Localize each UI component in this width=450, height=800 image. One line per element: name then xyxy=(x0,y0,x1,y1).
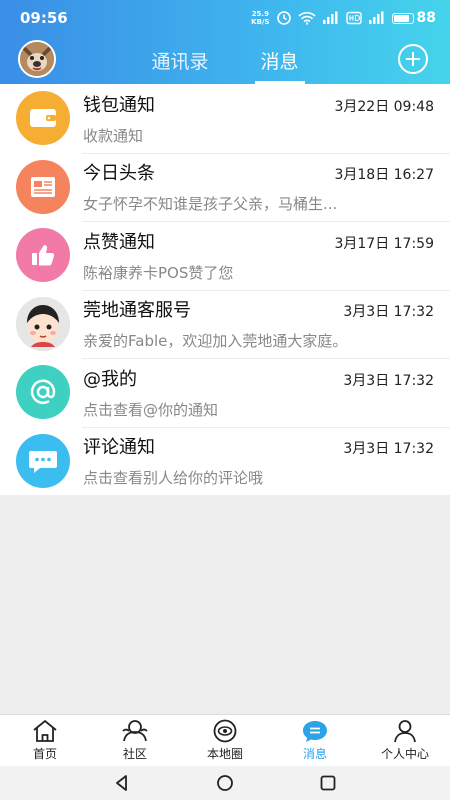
message-preview: 亲爱的Fable，欢迎加入莞地通大家庭。 xyxy=(83,332,348,351)
battery-icon xyxy=(391,12,414,24)
hd-icon xyxy=(345,11,362,25)
wifi-icon xyxy=(297,12,316,25)
network-speed: 25.9 KB/S xyxy=(251,10,269,26)
battery-indicator: 88 xyxy=(391,10,436,26)
header-tabs: 通讯录 消息 xyxy=(0,36,450,84)
message-time: 3月3日 17:32 xyxy=(343,372,434,389)
message-title: @我的 xyxy=(83,368,137,390)
message-item-wallet[interactable]: 钱包通知 3月22日 09:48 收款通知 xyxy=(0,84,450,153)
nav-home[interactable]: 首页 xyxy=(0,715,90,766)
message-item-toutiao[interactable]: 今日头条 3月18日 16:27 女子怀孕不知谁是孩子父亲，马桶生... xyxy=(0,152,450,222)
tab-contacts[interactable]: 通讯录 xyxy=(145,36,214,84)
message-preview: 点击查看@你的通知 xyxy=(83,400,219,419)
comment-bubble-icon xyxy=(16,433,70,488)
cartoon-avatar-icon xyxy=(16,296,70,351)
tab-messages[interactable]: 消息 xyxy=(254,36,305,84)
message-time: 3月3日 17:32 xyxy=(343,304,434,321)
bottom-nav: 首页 社区 本地圈 消息 个人中心 xyxy=(0,714,450,766)
message-item-comments[interactable]: 评论通知 3月3日 17:32 点击查看别人给你的评论哦 xyxy=(0,426,450,496)
system-nav-bar xyxy=(0,766,450,800)
network-speed-unit: KB/S xyxy=(251,18,270,26)
nav-profile[interactable]: 个人中心 xyxy=(360,715,450,766)
message-time: 3月3日 17:32 xyxy=(343,441,434,458)
message-title: 莞地通客服号 xyxy=(83,300,191,322)
nav-label: 个人中心 xyxy=(380,747,429,761)
status-time: 09:56 xyxy=(20,9,68,27)
nav-label: 消息 xyxy=(302,747,327,761)
message-time: 3月17日 17:59 xyxy=(334,235,434,252)
message-title: 点赞通知 xyxy=(83,231,155,253)
nav-label: 首页 xyxy=(32,747,57,761)
local-circle-icon xyxy=(213,719,237,743)
message-preview: 陈裕康养卡POS赞了您 xyxy=(83,263,234,282)
home-circle-icon[interactable] xyxy=(216,774,234,792)
battery-fill xyxy=(393,14,410,22)
message-preview: 女子怀孕不知谁是孩子父亲，马桶生... xyxy=(83,195,338,214)
message-item-mentions[interactable]: @我的 3月3日 17:32 点击查看@你的通知 xyxy=(0,358,450,427)
message-title: 今日头条 xyxy=(83,163,155,185)
nav-community[interactable]: 社区 xyxy=(90,715,180,766)
nav-local-circle[interactable]: 本地圈 xyxy=(180,715,270,766)
message-list: 钱包通知 3月22日 09:48 收款通知 今日头条 3月18日 16:27 女… xyxy=(0,84,450,495)
wallet-icon xyxy=(16,91,70,146)
message-icon xyxy=(303,721,327,742)
add-button[interactable] xyxy=(398,44,428,74)
alarm-icon xyxy=(276,11,291,25)
message-time: 3月22日 09:48 xyxy=(334,98,434,115)
app-header: 通讯录 消息 xyxy=(0,36,450,84)
at-sign-icon xyxy=(16,365,70,420)
message-time: 3月18日 16:27 xyxy=(334,167,434,184)
status-icons: 25.9 KB/S 88 xyxy=(251,10,436,26)
newspaper-icon xyxy=(16,159,70,214)
thumbs-up-icon xyxy=(16,228,70,283)
back-icon[interactable] xyxy=(113,774,131,792)
recents-square-icon[interactable] xyxy=(319,774,337,792)
network-speed-value: 25.9 xyxy=(251,10,269,18)
nav-messages[interactable]: 消息 xyxy=(270,715,360,766)
message-preview: 点击查看别人给你的评论哦 xyxy=(83,469,264,488)
message-title: 评论通知 xyxy=(83,437,155,459)
nav-label: 本地圈 xyxy=(206,747,243,761)
community-icon xyxy=(122,720,148,742)
message-title: 钱包通知 xyxy=(83,94,155,116)
message-item-service[interactable]: 莞地通客服号 3月3日 17:32 亲爱的Fable，欢迎加入莞地通大家庭。 xyxy=(0,289,450,359)
status-bar: 09:56 25.9 KB/S 88 xyxy=(0,0,450,36)
home-icon xyxy=(33,719,57,742)
cell-signal-4g-icon xyxy=(322,11,338,24)
battery-percent: 88 xyxy=(416,10,436,26)
message-item-likes[interactable]: 点赞通知 3月17日 17:59 陈裕康养卡POS赞了您 xyxy=(0,221,450,290)
nav-label: 社区 xyxy=(122,747,147,761)
cell-signal-icon xyxy=(368,11,384,24)
profile-icon xyxy=(394,720,416,743)
message-preview: 收款通知 xyxy=(83,126,144,145)
